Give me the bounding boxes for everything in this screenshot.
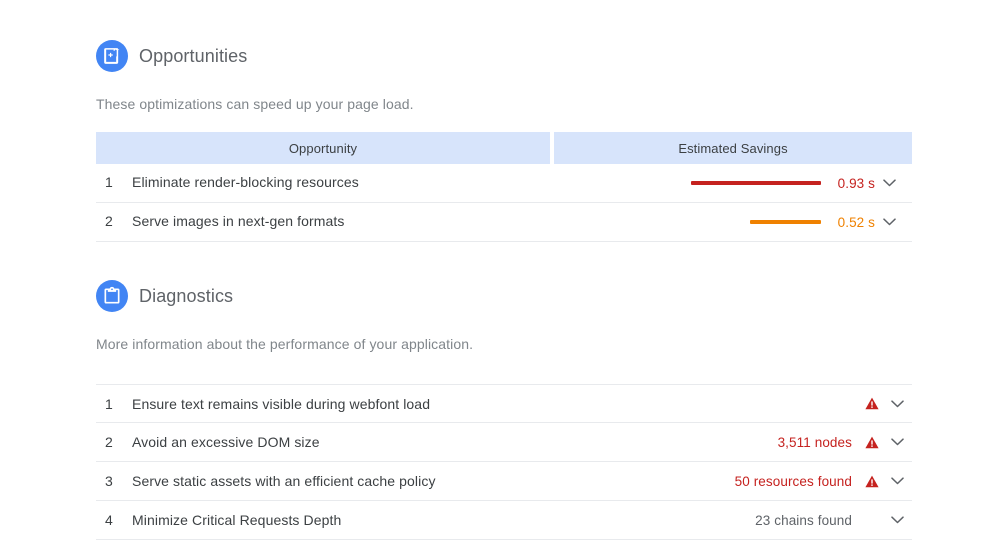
row-index: 1 [105, 395, 113, 412]
chevron-down-icon[interactable] [875, 218, 903, 226]
savings-bar-track [691, 181, 821, 185]
opportunity-cell: 2 Serve images in next-gen formats [96, 203, 554, 242]
diagnostic-label: Avoid an excessive DOM size [132, 434, 320, 450]
diagnostic-label: Minimize Critical Requests Depth [132, 512, 342, 528]
diagnostics-section-header: Diagnostics [96, 280, 912, 312]
diagnostics-title: Diagnostics [139, 286, 234, 306]
list-item[interactable]: 4 Minimize Critical Requests Depth 23 ch… [96, 501, 912, 540]
table-row[interactable]: 2 Serve images in next-gen formats 0.52 s [96, 203, 912, 242]
diagnostic-value: 23 chains found [755, 512, 852, 528]
warning-triangle-icon [862, 397, 882, 410]
report-content: Opportunities These optimizations can sp… [96, 0, 912, 540]
estimated-savings-cell: 0.52 s [554, 203, 912, 242]
column-header-estimated-savings: Estimated Savings [554, 132, 912, 164]
diagnostics-list: 1 Ensure text remains visible during web… [96, 384, 912, 540]
opportunities-section-header: Opportunities [96, 40, 912, 72]
warning-triangle-icon [862, 475, 882, 488]
row-index: 4 [105, 512, 113, 528]
savings-bar-fill [750, 220, 821, 224]
lighthouse-report-panel: Opportunities These optimizations can sp… [0, 0, 1004, 556]
diagnostic-label: Ensure text remains visible during webfo… [132, 395, 431, 412]
chevron-down-icon[interactable] [882, 516, 912, 524]
row-index: 3 [105, 473, 113, 489]
list-item[interactable]: 3 Serve static assets with an efficient … [96, 462, 912, 501]
list-item[interactable]: 1 Ensure text remains visible during web… [96, 384, 912, 423]
row-index: 1 [105, 174, 113, 190]
opportunity-cell: 1 Eliminate render-blocking resources [96, 164, 554, 203]
diagnostics-description: More information about the performance o… [96, 336, 474, 352]
image-opportunity-icon [96, 40, 128, 72]
savings-bar-fill [691, 181, 821, 185]
diagnostic-value: 3,511 nodes [777, 434, 852, 450]
chevron-down-icon[interactable] [882, 477, 912, 485]
savings-value: 0.93 s [837, 175, 875, 191]
opportunities-table: Opportunity Estimated Savings 1 Eliminate… [96, 132, 912, 242]
opportunities-table-body: 1 Eliminate render-blocking resources 0.9… [96, 164, 912, 242]
list-item[interactable]: 2 Avoid an excessive DOM size 3,511 node… [96, 423, 912, 462]
opportunities-title: Opportunities [139, 46, 248, 66]
warning-triangle-icon [862, 436, 882, 449]
chevron-down-icon[interactable] [882, 438, 912, 446]
chevron-down-icon[interactable] [875, 179, 903, 187]
opportunity-label: Eliminate render-blocking resources [132, 174, 359, 190]
estimated-savings-cell: 0.93 s [554, 164, 912, 203]
row-index: 2 [105, 213, 113, 229]
savings-value: 0.52 s [837, 214, 875, 230]
table-row[interactable]: 1 Eliminate render-blocking resources 0.9… [96, 164, 912, 203]
savings-bar-track [691, 220, 821, 224]
diagnostic-value: 50 resources found [734, 473, 852, 489]
column-header-opportunity: Opportunity [96, 132, 550, 164]
diagnostic-label: Serve static assets with an efficient ca… [132, 473, 436, 489]
opportunities-description: These optimizations can speed up your pa… [96, 96, 414, 112]
opportunities-table-head: Opportunity Estimated Savings [96, 132, 912, 164]
opportunity-label: Serve images in next-gen formats [132, 213, 345, 229]
opportunities-header-row: Opportunity Estimated Savings [96, 132, 912, 164]
row-index: 2 [105, 434, 113, 450]
clipboard-icon [96, 280, 128, 312]
chevron-down-icon[interactable] [882, 399, 912, 408]
